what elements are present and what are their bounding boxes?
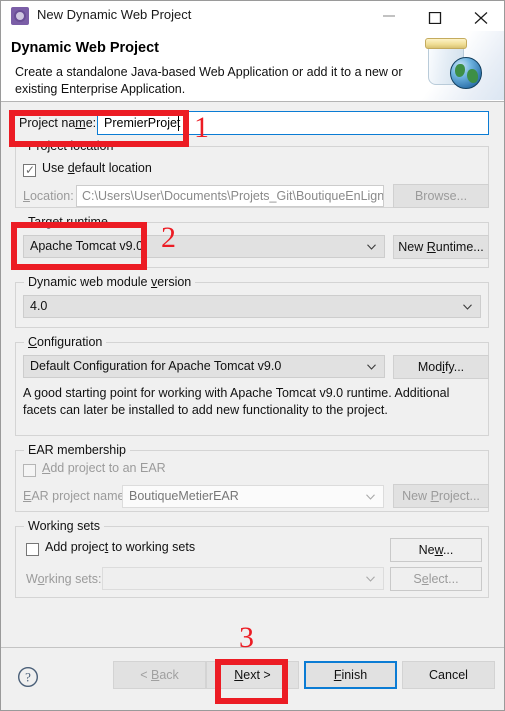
module-version-legend: Dynamic web module version xyxy=(24,275,196,289)
use-default-location-label: Use default location xyxy=(42,161,152,175)
back-button[interactable]: < Back xyxy=(113,661,206,689)
ear-project-name-combo[interactable]: BoutiqueMetierEAR xyxy=(122,485,384,508)
location-label: Location: xyxy=(23,189,74,203)
new-dynamic-web-project-dialog: New Dynamic Web Project Dynamic Web Proj… xyxy=(0,0,505,711)
browse-button[interactable]: Browse... xyxy=(393,184,489,208)
text-caret xyxy=(178,114,179,131)
wizard-banner: Dynamic Web Project Create a standalone … xyxy=(1,31,504,102)
configuration-legend: Configuration xyxy=(24,335,107,349)
add-project-to-ear-label: Add project to an EAR xyxy=(42,461,166,475)
wizard-content: Project name: Project location ✓ Use def… xyxy=(1,102,504,647)
project-name-input[interactable] xyxy=(97,111,489,135)
new-runtime-button[interactable]: New Runtime... xyxy=(393,235,489,259)
project-name-label: Project name: xyxy=(19,116,97,130)
maximize-button[interactable] xyxy=(412,1,458,30)
new-working-set-button[interactable]: New... xyxy=(390,538,482,562)
configuration-value: Default Configuration for Apache Tomcat … xyxy=(30,359,282,373)
next-button[interactable]: Next > xyxy=(206,661,299,689)
chevron-down-icon xyxy=(366,494,375,500)
wizard-gear-icon xyxy=(11,7,29,25)
configuration-description: A good starting point for working with A… xyxy=(23,386,450,417)
annotation-number-3: 3 xyxy=(239,621,254,654)
add-project-to-working-sets-checkbox[interactable] xyxy=(26,543,39,556)
question-mark-icon[interactable]: ? xyxy=(17,666,39,688)
new-ear-project-button[interactable]: New Project... xyxy=(393,484,489,508)
add-project-to-ear-checkbox[interactable] xyxy=(23,464,36,477)
page-description: Create a standalone Java-based Web Appli… xyxy=(15,65,403,96)
working-sets-combo[interactable] xyxy=(102,567,384,590)
jar-and-globe-icon xyxy=(414,31,504,100)
module-version-combo[interactable]: 4.0 xyxy=(23,295,481,318)
location-input[interactable]: C:\Users\User\Documents\Projets_Git\Bout… xyxy=(76,185,384,207)
working-sets-label: Working sets: xyxy=(26,572,102,586)
configuration-combo[interactable]: Default Configuration for Apache Tomcat … xyxy=(23,355,385,378)
window-title: New Dynamic Web Project xyxy=(37,7,192,22)
finish-button[interactable]: Finish xyxy=(304,661,397,689)
ear-membership-legend: EAR membership xyxy=(24,443,130,457)
project-name-row: Project name: xyxy=(1,111,504,137)
target-runtime-legend: Target runtime xyxy=(24,215,112,229)
chevron-down-icon xyxy=(463,304,472,310)
use-default-location-checkbox[interactable]: ✓ xyxy=(23,164,36,177)
chevron-down-icon xyxy=(367,244,376,250)
select-working-set-button[interactable]: Select... xyxy=(390,567,482,591)
annotation-number-1: 1 xyxy=(194,111,209,144)
project-location-legend: Project location xyxy=(24,139,118,153)
cancel-button[interactable]: Cancel xyxy=(402,661,495,689)
ear-project-name-label: EAR project name: xyxy=(23,489,128,503)
add-project-to-working-sets-label: Add project to working sets xyxy=(45,540,196,554)
modify-configuration-button[interactable]: Modify... xyxy=(393,355,489,379)
chevron-down-icon xyxy=(366,576,375,582)
target-runtime-combo[interactable]: Apache Tomcat v9.0 xyxy=(23,235,385,258)
annotation-number-2: 2 xyxy=(161,221,176,254)
close-button[interactable] xyxy=(458,1,504,30)
chevron-down-icon xyxy=(367,364,376,370)
ear-project-name-value: BoutiqueMetierEAR xyxy=(129,489,239,503)
working-sets-legend: Working sets xyxy=(24,519,105,533)
minimize-button[interactable] xyxy=(366,1,412,30)
page-title: Dynamic Web Project xyxy=(11,40,160,56)
title-bar: New Dynamic Web Project xyxy=(1,1,504,32)
footer-bar: ? < Back Next > Finish Cancel xyxy=(1,648,504,710)
module-version-value: 4.0 xyxy=(30,299,48,313)
svg-text:?: ? xyxy=(25,670,31,685)
target-runtime-value: Apache Tomcat v9.0 xyxy=(30,239,144,253)
